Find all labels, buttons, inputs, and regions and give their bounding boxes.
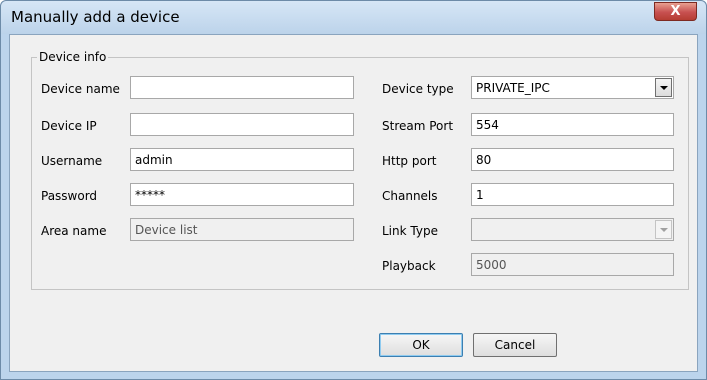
close-icon: X bbox=[670, 4, 681, 19]
link-type-dropdown-button bbox=[655, 220, 672, 239]
close-button[interactable]: X bbox=[654, 2, 697, 21]
area-name-input bbox=[130, 218, 354, 241]
device-type-value: PRIVATE_IPC bbox=[476, 81, 550, 95]
stream-port-label: Stream Port bbox=[382, 119, 454, 133]
device-type-label: Device type bbox=[382, 82, 454, 96]
link-type-select bbox=[471, 218, 674, 241]
device-info-group: Device info Device name Device IP Userna… bbox=[31, 50, 689, 290]
password-input[interactable] bbox=[130, 183, 354, 206]
http-port-input[interactable] bbox=[471, 148, 674, 171]
window-title: Manually add a device bbox=[11, 8, 180, 26]
username-input[interactable] bbox=[130, 148, 354, 171]
device-ip-label: Device IP bbox=[41, 119, 97, 133]
device-ip-input[interactable] bbox=[130, 113, 354, 136]
device-name-input[interactable] bbox=[130, 76, 354, 99]
device-type-dropdown-button[interactable] bbox=[655, 78, 672, 97]
device-type-select[interactable]: PRIVATE_IPC bbox=[471, 76, 674, 99]
username-label: Username bbox=[41, 154, 103, 168]
password-label: Password bbox=[41, 189, 98, 203]
channels-label: Channels bbox=[382, 189, 438, 203]
device-name-label: Device name bbox=[41, 82, 120, 96]
playback-input bbox=[471, 253, 674, 276]
chevron-down-icon bbox=[660, 86, 668, 90]
group-title: Device info bbox=[37, 50, 109, 64]
channels-input[interactable] bbox=[471, 183, 674, 206]
title-bar[interactable]: Manually add a device X bbox=[1, 1, 706, 34]
dialog-window: Manually add a device X Device info Devi… bbox=[0, 0, 707, 380]
link-type-label: Link Type bbox=[382, 224, 438, 238]
stream-port-input[interactable] bbox=[471, 113, 674, 136]
playback-label: Playback bbox=[382, 259, 436, 273]
area-name-label: Area name bbox=[41, 224, 107, 238]
ok-button[interactable]: OK bbox=[379, 333, 463, 357]
http-port-label: Http port bbox=[382, 154, 437, 168]
dialog-client-area: Device info Device name Device IP Userna… bbox=[9, 34, 698, 372]
cancel-button[interactable]: Cancel bbox=[473, 333, 557, 357]
chevron-down-icon bbox=[660, 228, 668, 232]
